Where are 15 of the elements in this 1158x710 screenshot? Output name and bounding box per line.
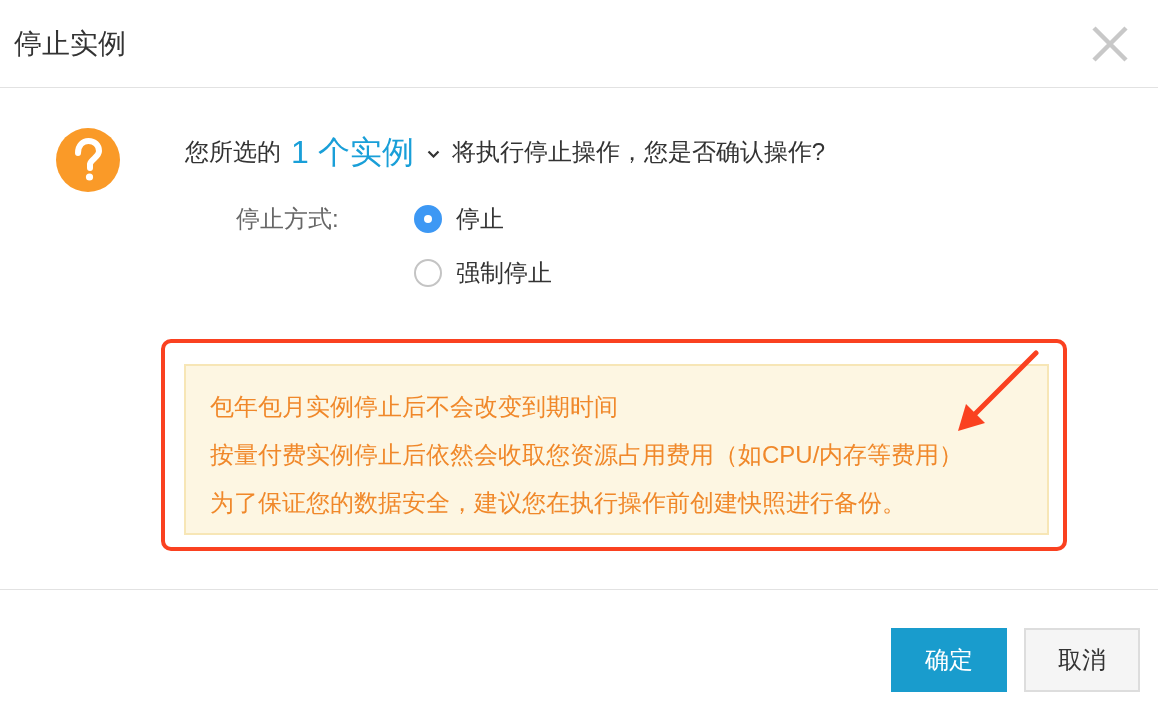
radio-button[interactable] [414,259,442,287]
stop-mode-label: 停止方式: [236,204,340,234]
chevron-down-icon [426,150,440,158]
notice-line: 包年包月实例停止后不会改变到期时间 [210,392,618,422]
notice-line: 为了保证您的数据安全，建议您在执行操作前创建快照进行备份。 [210,488,906,518]
dialog-title: 停止实例 [14,26,126,61]
radio-label[interactable]: 停止 [456,201,504,237]
notice-line: 按量付费实例停止后依然会收取您资源占用费用（如CPU/内存等费用） [210,440,964,470]
radio-button[interactable] [414,205,442,233]
radio-label[interactable]: 强制停止 [456,255,552,291]
close-icon[interactable] [1092,25,1128,62]
question-mark-icon [56,128,120,192]
cancel-button[interactable]: 取消 [1024,628,1140,692]
confirm-prompt: 您所选的 1 个实例 将执行停止操作，您是否确认操作? [185,128,826,176]
arrow-icon [956,349,1040,433]
